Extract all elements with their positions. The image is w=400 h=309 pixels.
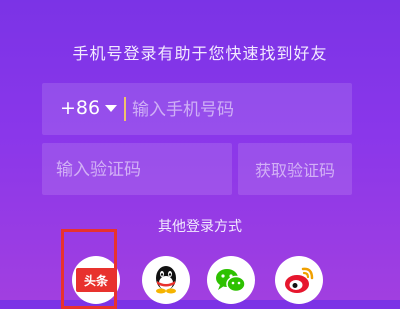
- page-title: 手机号登录有助于您快速找到好友: [72, 44, 328, 63]
- verification-code-input[interactable]: [54, 154, 228, 186]
- qq-icon: [156, 266, 176, 294]
- weibo-login-button[interactable]: [275, 256, 323, 304]
- phone-input[interactable]: [130, 94, 334, 126]
- chevron-down-icon[interactable]: [105, 105, 117, 112]
- highlight-box: [61, 229, 117, 309]
- get-code-button[interactable]: 获取验证码: [238, 143, 352, 195]
- phone-field: +86: [42, 83, 352, 135]
- wechat-login-button[interactable]: [207, 256, 255, 304]
- other-login-label: 其他登录方式: [158, 219, 242, 235]
- wechat-icon: [216, 269, 246, 293]
- verification-code-field: [42, 143, 232, 195]
- country-code[interactable]: +86: [60, 97, 100, 119]
- weibo-icon: [285, 267, 314, 293]
- text-cursor: [124, 97, 126, 121]
- qq-login-button[interactable]: [142, 256, 190, 304]
